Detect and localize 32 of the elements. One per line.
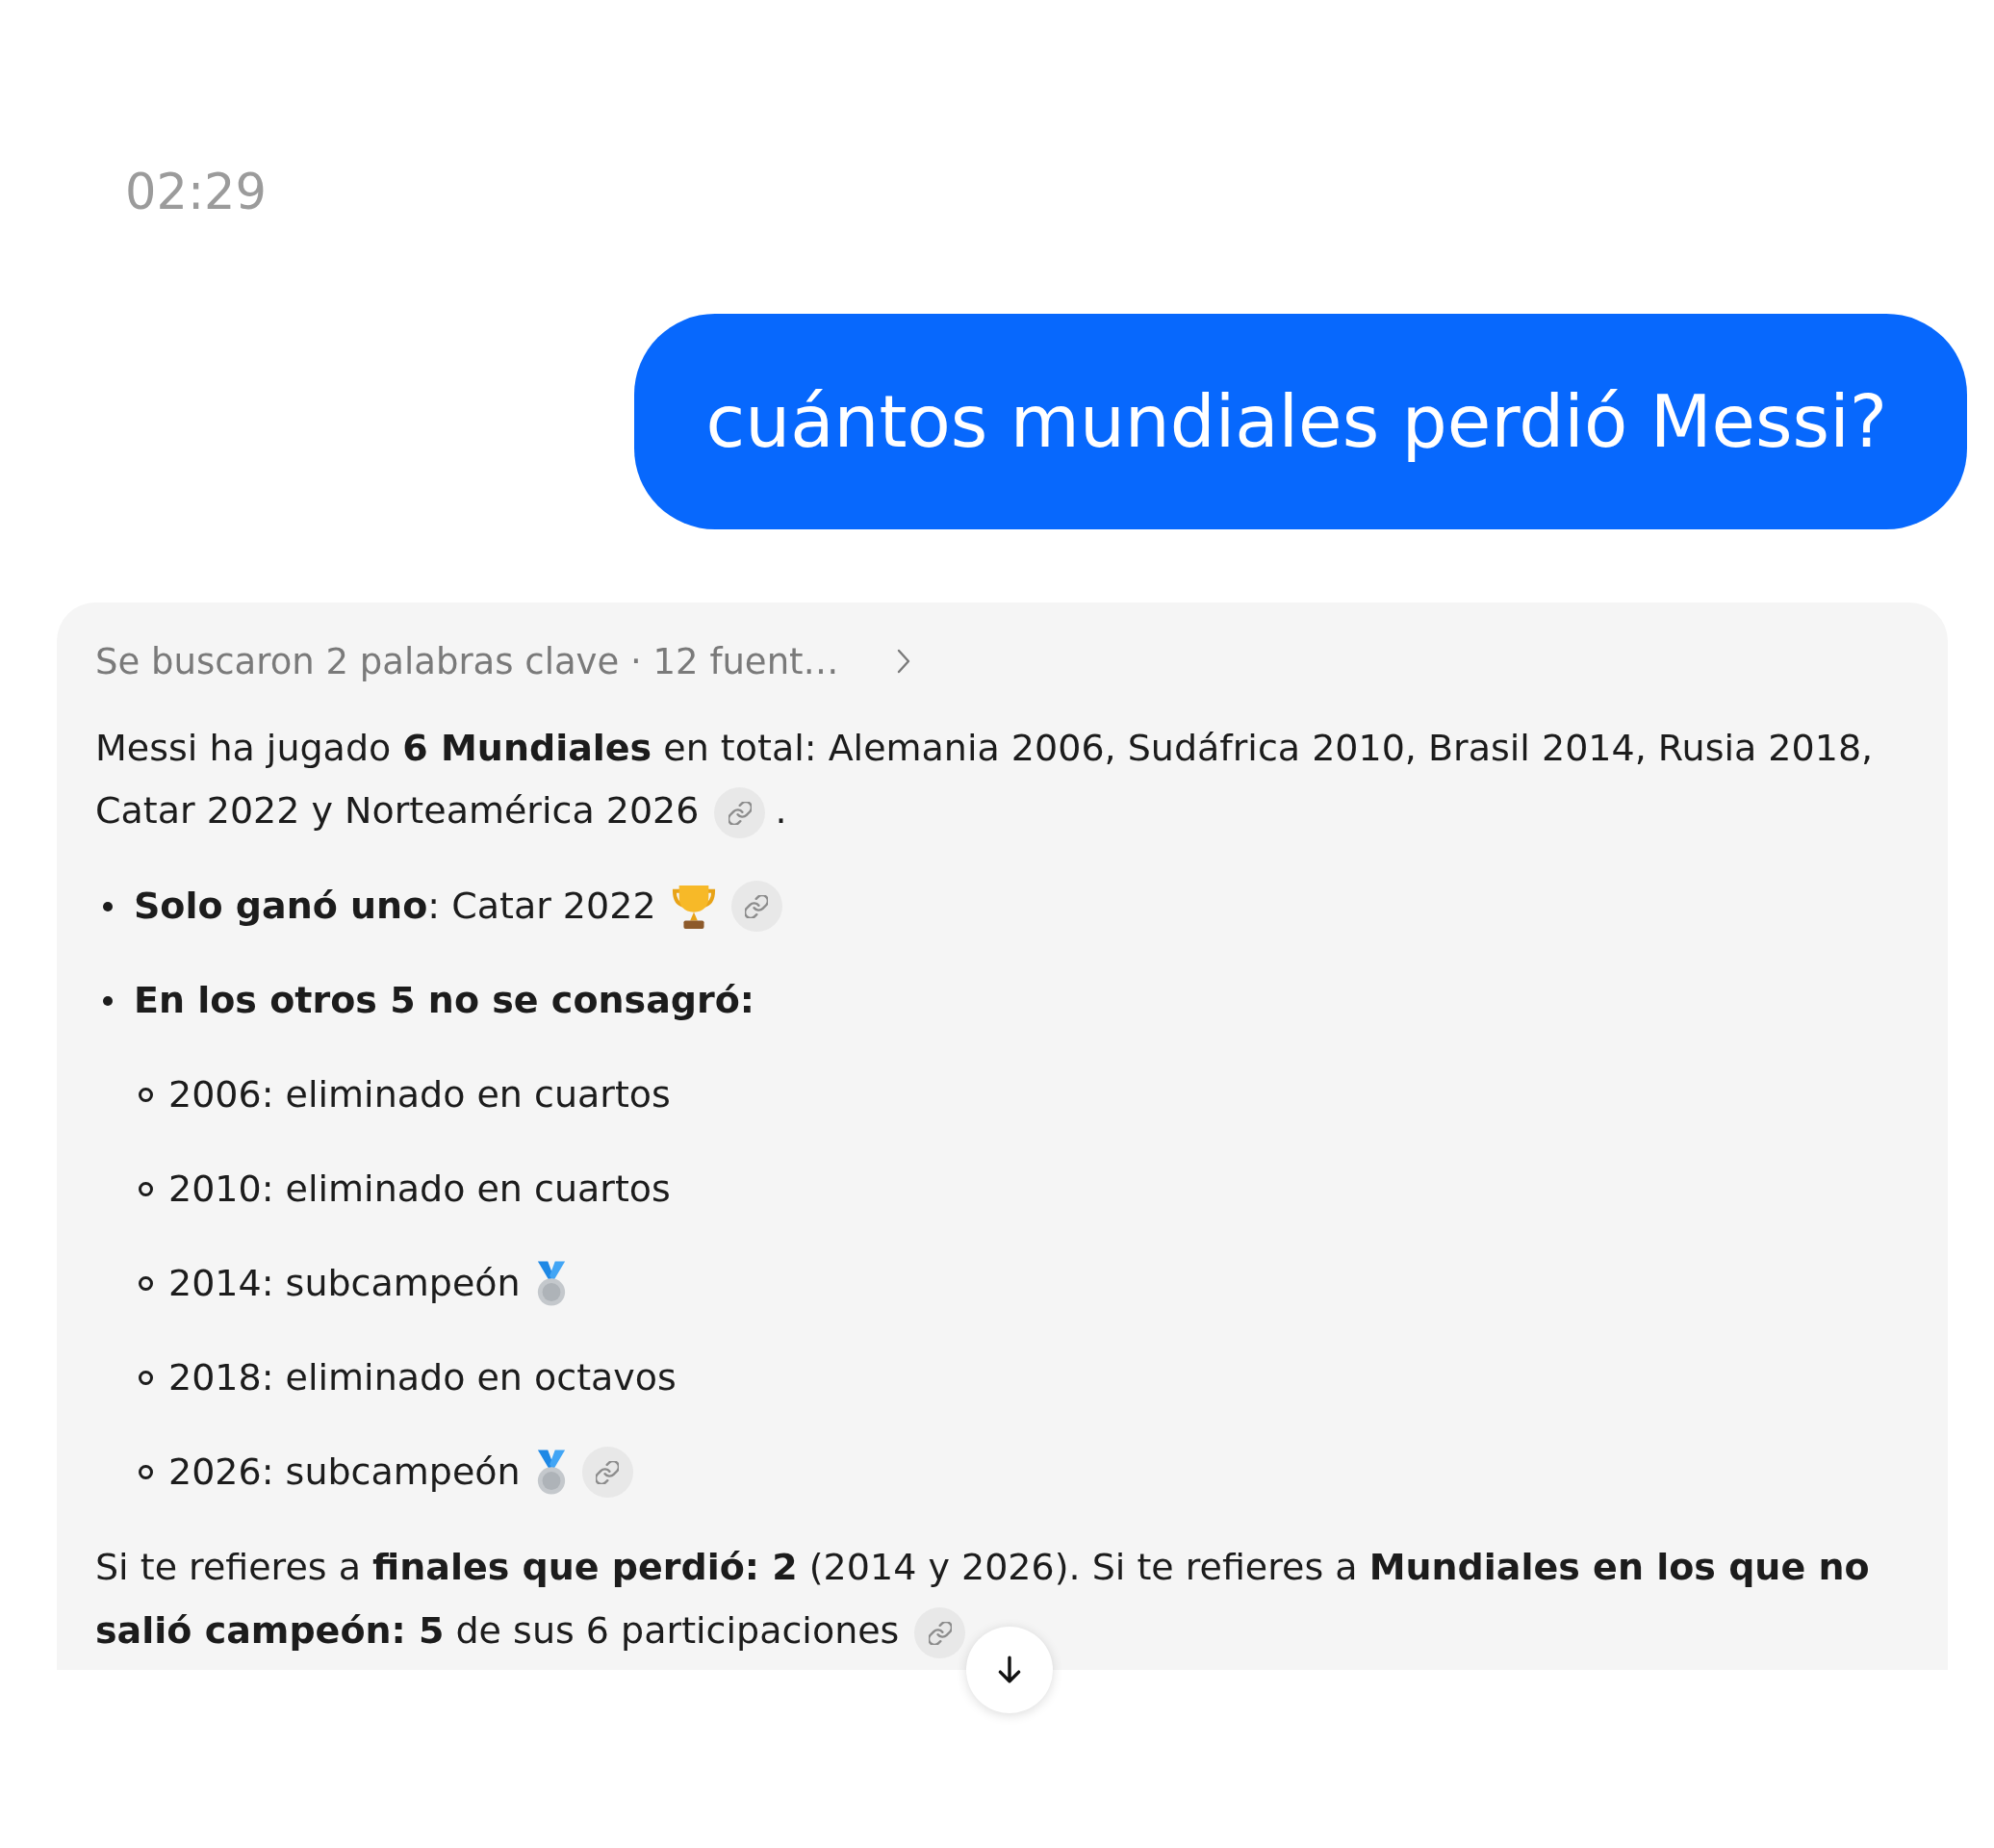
- list-item-text: 2006: eliminado en cuartos: [168, 1072, 671, 1117]
- source-link-button[interactable]: [730, 881, 782, 932]
- link-icon: [928, 1621, 952, 1645]
- list-item-text: 2014: subcampeón: [168, 1261, 521, 1306]
- list-item-text: 2026: subcampeón: [168, 1450, 521, 1495]
- link-icon: [596, 1460, 620, 1484]
- bullet-icon: [139, 1276, 153, 1291]
- arrow-down-icon: [997, 1656, 1022, 1684]
- source-link-button[interactable]: [581, 1447, 633, 1498]
- answer-paragraph: Messi ha jugado 6 Mundiales en total: Alemania 2006, Sudáfrica 2010, Brasil 2014, Rusia 2018, Catar 2022 y Norteamérica 2026 .: [95, 717, 1909, 842]
- medal-icon: [535, 1449, 567, 1496]
- medal-icon: [535, 1260, 567, 1307]
- bullet-icon: [139, 1371, 153, 1385]
- bullet-icon: [103, 995, 113, 1006]
- chevron-right-icon: [896, 649, 910, 674]
- list-item-text: 2018: eliminado en octavos: [168, 1355, 677, 1400]
- bullet-icon: [139, 1088, 153, 1102]
- source-link-button[interactable]: [914, 1607, 966, 1658]
- link-icon: [728, 801, 752, 825]
- list-item-text: Solo ganó uno: Catar 2022: [134, 884, 656, 929]
- list-item-text: En los otros 5 no se consagró:: [134, 978, 755, 1023]
- user-message-bubble: cuántos mundiales perdió Messi?: [633, 314, 1967, 529]
- trophy-icon: [671, 883, 716, 930]
- bullet-icon: [103, 901, 113, 911]
- source-link-button[interactable]: [714, 787, 766, 838]
- sources-summary-button[interactable]: Se buscaron 2 palabras clave · 12 fuent…: [95, 632, 910, 690]
- list-item-text: 2010: eliminado en cuartos: [168, 1167, 671, 1212]
- message-timestamp: 02:29: [125, 164, 267, 221]
- bullet-icon: [139, 1465, 153, 1479]
- answer-paragraph: Si te refieres a finales que perdió: 2 (2014 y 2026). Si te refieres a Mundiales en los que no salió campeón: 5 de sus 6 participaciones: [95, 1535, 1909, 1662]
- bullet-icon: [139, 1182, 153, 1196]
- link-icon: [745, 894, 769, 918]
